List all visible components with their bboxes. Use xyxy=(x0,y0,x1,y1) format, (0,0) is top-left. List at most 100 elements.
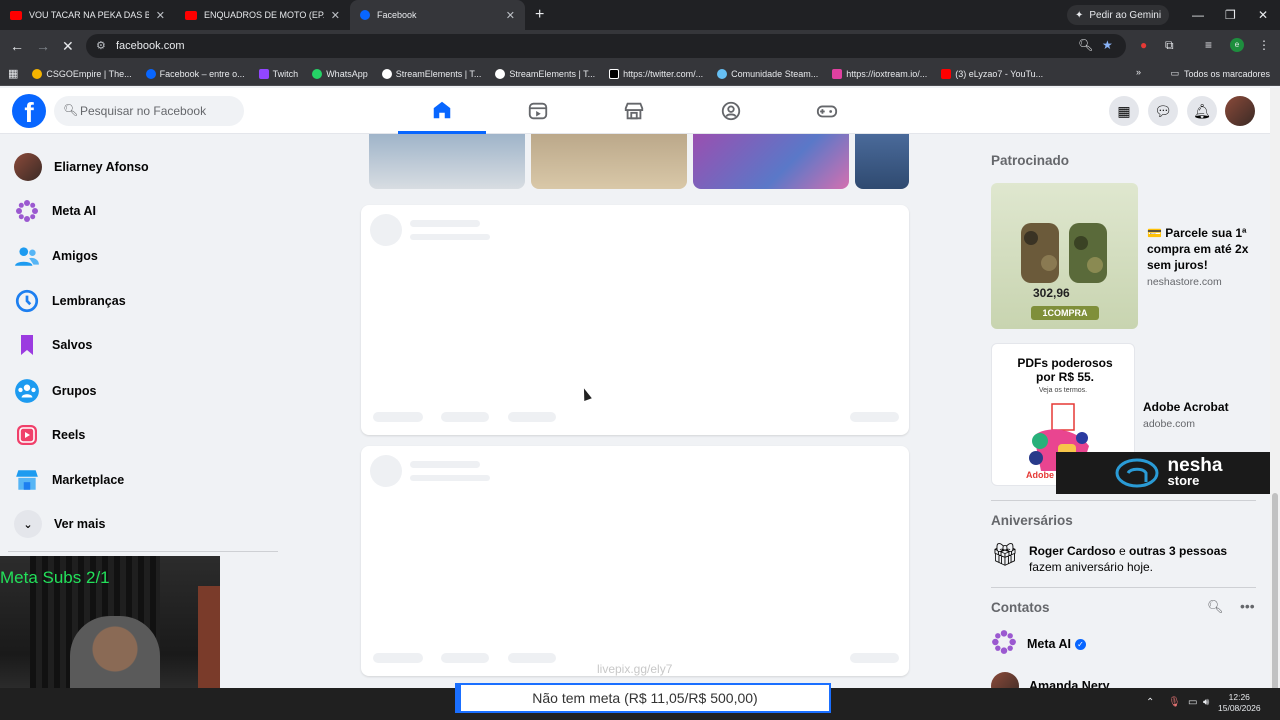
sponsored-title: Patrocinado xyxy=(991,153,1070,168)
restore-icon[interactable]: ❐ xyxy=(1225,8,1236,22)
ad-title[interactable]: Adobe Acrobat xyxy=(1143,399,1229,415)
nesha-ad-image[interactable]: 302,96 1COMPRA xyxy=(991,183,1138,329)
site-info-icon[interactable]: ⚙ xyxy=(96,39,106,52)
sidebar-item-meta-ai[interactable]: Meta AI xyxy=(8,191,268,231)
volume-icon[interactable]: 🔊︎ xyxy=(1203,697,1209,708)
sidebar-item-label: Reels xyxy=(52,428,86,442)
close-tab-icon[interactable]: ✕ xyxy=(506,9,515,22)
url-bar[interactable]: ⚙ facebook.com xyxy=(86,34,1126,58)
bookmark-item[interactable]: WhatsApp xyxy=(312,68,368,79)
bookmark-item[interactable]: Comunidade Steam... xyxy=(717,68,818,79)
contacts-search-icon[interactable]: 🔍︎ xyxy=(1207,599,1224,615)
tab-title: ENQUADROS DE MOTO (EP. 14- xyxy=(204,10,324,20)
story-card[interactable] xyxy=(531,134,687,189)
skeleton-action xyxy=(373,653,423,663)
nav-home[interactable] xyxy=(398,88,486,134)
stop-loading-icon[interactable]: ✕ xyxy=(62,38,74,55)
browser-tab[interactable]: VOU TACAR NA PEKA DAS BB - ✕ xyxy=(0,0,175,30)
bookmark-item[interactable]: CSGOEmpire | The... xyxy=(32,68,132,79)
facebook-header: f 🔍︎ Pesquisar no Facebook ▦ 💬︎ 🔔︎ xyxy=(0,88,1270,134)
browser-tab[interactable]: ENQUADROS DE MOTO (EP. 14- ✕ xyxy=(175,0,350,30)
skeleton-action xyxy=(441,412,489,422)
facebook-logo[interactable]: f xyxy=(12,94,46,128)
meta-goal-text: Não tem meta (R$ 11,05/R$ 500,00) xyxy=(532,690,758,706)
close-tab-icon[interactable]: ✕ xyxy=(156,9,165,22)
bookmark-star-icon[interactable]: ★ xyxy=(1102,38,1113,52)
close-window-icon[interactable]: ✕ xyxy=(1258,8,1268,22)
tray-chevron-icon[interactable]: ⌃ xyxy=(1146,697,1154,708)
all-bookmarks[interactable]: ▭ Todos os marcadores xyxy=(1170,68,1270,79)
bookmark-item[interactable]: https://twitter.com/... xyxy=(609,68,703,79)
folder-icon: ▭ xyxy=(1170,68,1179,78)
steam-icon xyxy=(717,68,728,79)
ad-title[interactable]: 💳 Parcele sua 1ª compra em até 2x sem ju… xyxy=(1147,225,1257,273)
messenger-button[interactable]: 💬︎ xyxy=(1148,96,1178,126)
story-card[interactable] xyxy=(693,134,849,189)
sidebar-item-saved[interactable]: Salvos xyxy=(8,325,268,365)
sidebar-item-memories[interactable]: Lembranças xyxy=(8,281,268,321)
close-tab-icon[interactable]: ✕ xyxy=(331,9,340,22)
contact-amanda[interactable]: Amanda Nery xyxy=(991,672,1110,688)
nav-gaming[interactable] xyxy=(783,88,871,134)
apps-grid-icon[interactable]: ▦ xyxy=(8,67,18,80)
sidebar-item-label: Salvos xyxy=(52,338,93,352)
scrollbar-thumb[interactable] xyxy=(1272,493,1278,720)
extension-icon[interactable]: ● xyxy=(1140,38,1147,52)
minimize-icon[interactable]: — xyxy=(1192,8,1204,22)
display-icon[interactable]: ▭ xyxy=(1188,697,1197,708)
bookmark-item[interactable]: Twitch xyxy=(258,68,298,79)
bookmark-item[interactable]: (3) eLyzao7 - YouTu... xyxy=(941,68,1043,79)
gemini-button[interactable]: ✦ Pedir ao Gemini xyxy=(1067,5,1170,25)
nesha-banner-text: nesha store xyxy=(1168,456,1223,488)
url-text: facebook.com xyxy=(116,40,185,52)
bookmark-item[interactable]: StreamElements | T... xyxy=(495,68,595,79)
sidebar-item-label: Lembranças xyxy=(52,294,126,308)
sidebar-item-reels[interactable]: Reels xyxy=(8,415,268,455)
profile-icon[interactable]: e xyxy=(1230,38,1244,52)
new-tab-button[interactable]: + xyxy=(535,6,544,24)
browser-tab-active[interactable]: Facebook ✕ xyxy=(350,0,525,30)
sidebar-item-profile[interactable]: Eliarney Afonso xyxy=(8,147,268,187)
bookmark-item[interactable]: https://ioxtream.io/... xyxy=(832,68,927,79)
ad-domain: adobe.com xyxy=(1143,418,1195,430)
menu-grid-icon: ▦ xyxy=(1117,102,1131,119)
zoom-icon[interactable]: 🔍︎ xyxy=(1078,38,1093,52)
back-icon[interactable]: ← xyxy=(10,38,24,54)
birthday-row[interactable]: 🎁︎ Roger Cardoso e outras 3 pessoas faze… xyxy=(991,543,1256,575)
adobe-brand: Adobe xyxy=(1026,470,1054,480)
contact-avatar xyxy=(991,672,1019,688)
nesha-store-banner: nesha store xyxy=(1056,452,1280,494)
microphone-icon[interactable]: 🎙︎ xyxy=(1168,697,1181,708)
sidebar-item-marketplace[interactable]: Marketplace xyxy=(8,460,268,500)
story-card[interactable] xyxy=(369,134,525,189)
nav-video[interactable] xyxy=(494,88,582,134)
search-input[interactable]: 🔍︎ Pesquisar no Facebook xyxy=(54,96,244,126)
story-card[interactable] xyxy=(855,134,909,189)
birthday-name: Roger Cardoso xyxy=(1028,544,1116,558)
sidebar-item-see-more[interactable]: ⌄ Ver mais xyxy=(8,504,268,544)
contacts-more-icon[interactable]: ••• xyxy=(1240,598,1255,614)
bookmark-item[interactable]: StreamElements | T... xyxy=(381,68,481,79)
account-avatar[interactable] xyxy=(1225,96,1255,126)
taskbar-clock[interactable]: 12:26 15/08/2026 xyxy=(1218,692,1261,714)
tab-title: VOU TACAR NA PEKA DAS BB - xyxy=(29,10,149,20)
sidebar-item-friends[interactable]: Amigos xyxy=(8,236,268,276)
sidebar-item-label: Meta AI xyxy=(52,204,96,218)
reels-icon xyxy=(14,422,40,448)
media-icon[interactable]: ≡ xyxy=(1205,38,1212,52)
more-bookmarks-icon[interactable]: » xyxy=(1136,67,1141,77)
sidebar-item-label: Ver mais xyxy=(54,517,106,531)
gift-icon: 🎁︎ xyxy=(991,542,1019,567)
nav-groups[interactable] xyxy=(687,88,775,134)
extensions-puzzle-icon[interactable]: ⧉ xyxy=(1165,38,1174,53)
contact-meta-ai[interactable]: Meta AI ✓ xyxy=(991,629,1086,657)
page-scrollbar[interactable] xyxy=(1270,88,1280,720)
bookmark-item[interactable]: Facebook – entre o... xyxy=(145,68,245,79)
notifications-button[interactable]: 🔔︎ xyxy=(1187,96,1217,126)
forward-icon[interactable]: → xyxy=(36,38,50,54)
sidebar-item-groups[interactable]: Grupos xyxy=(8,371,268,411)
menu-kebab-icon[interactable]: ⋮ xyxy=(1258,38,1270,52)
nav-marketplace[interactable] xyxy=(590,88,678,134)
menu-button[interactable]: ▦ xyxy=(1109,96,1139,126)
skeleton-action xyxy=(441,653,489,663)
